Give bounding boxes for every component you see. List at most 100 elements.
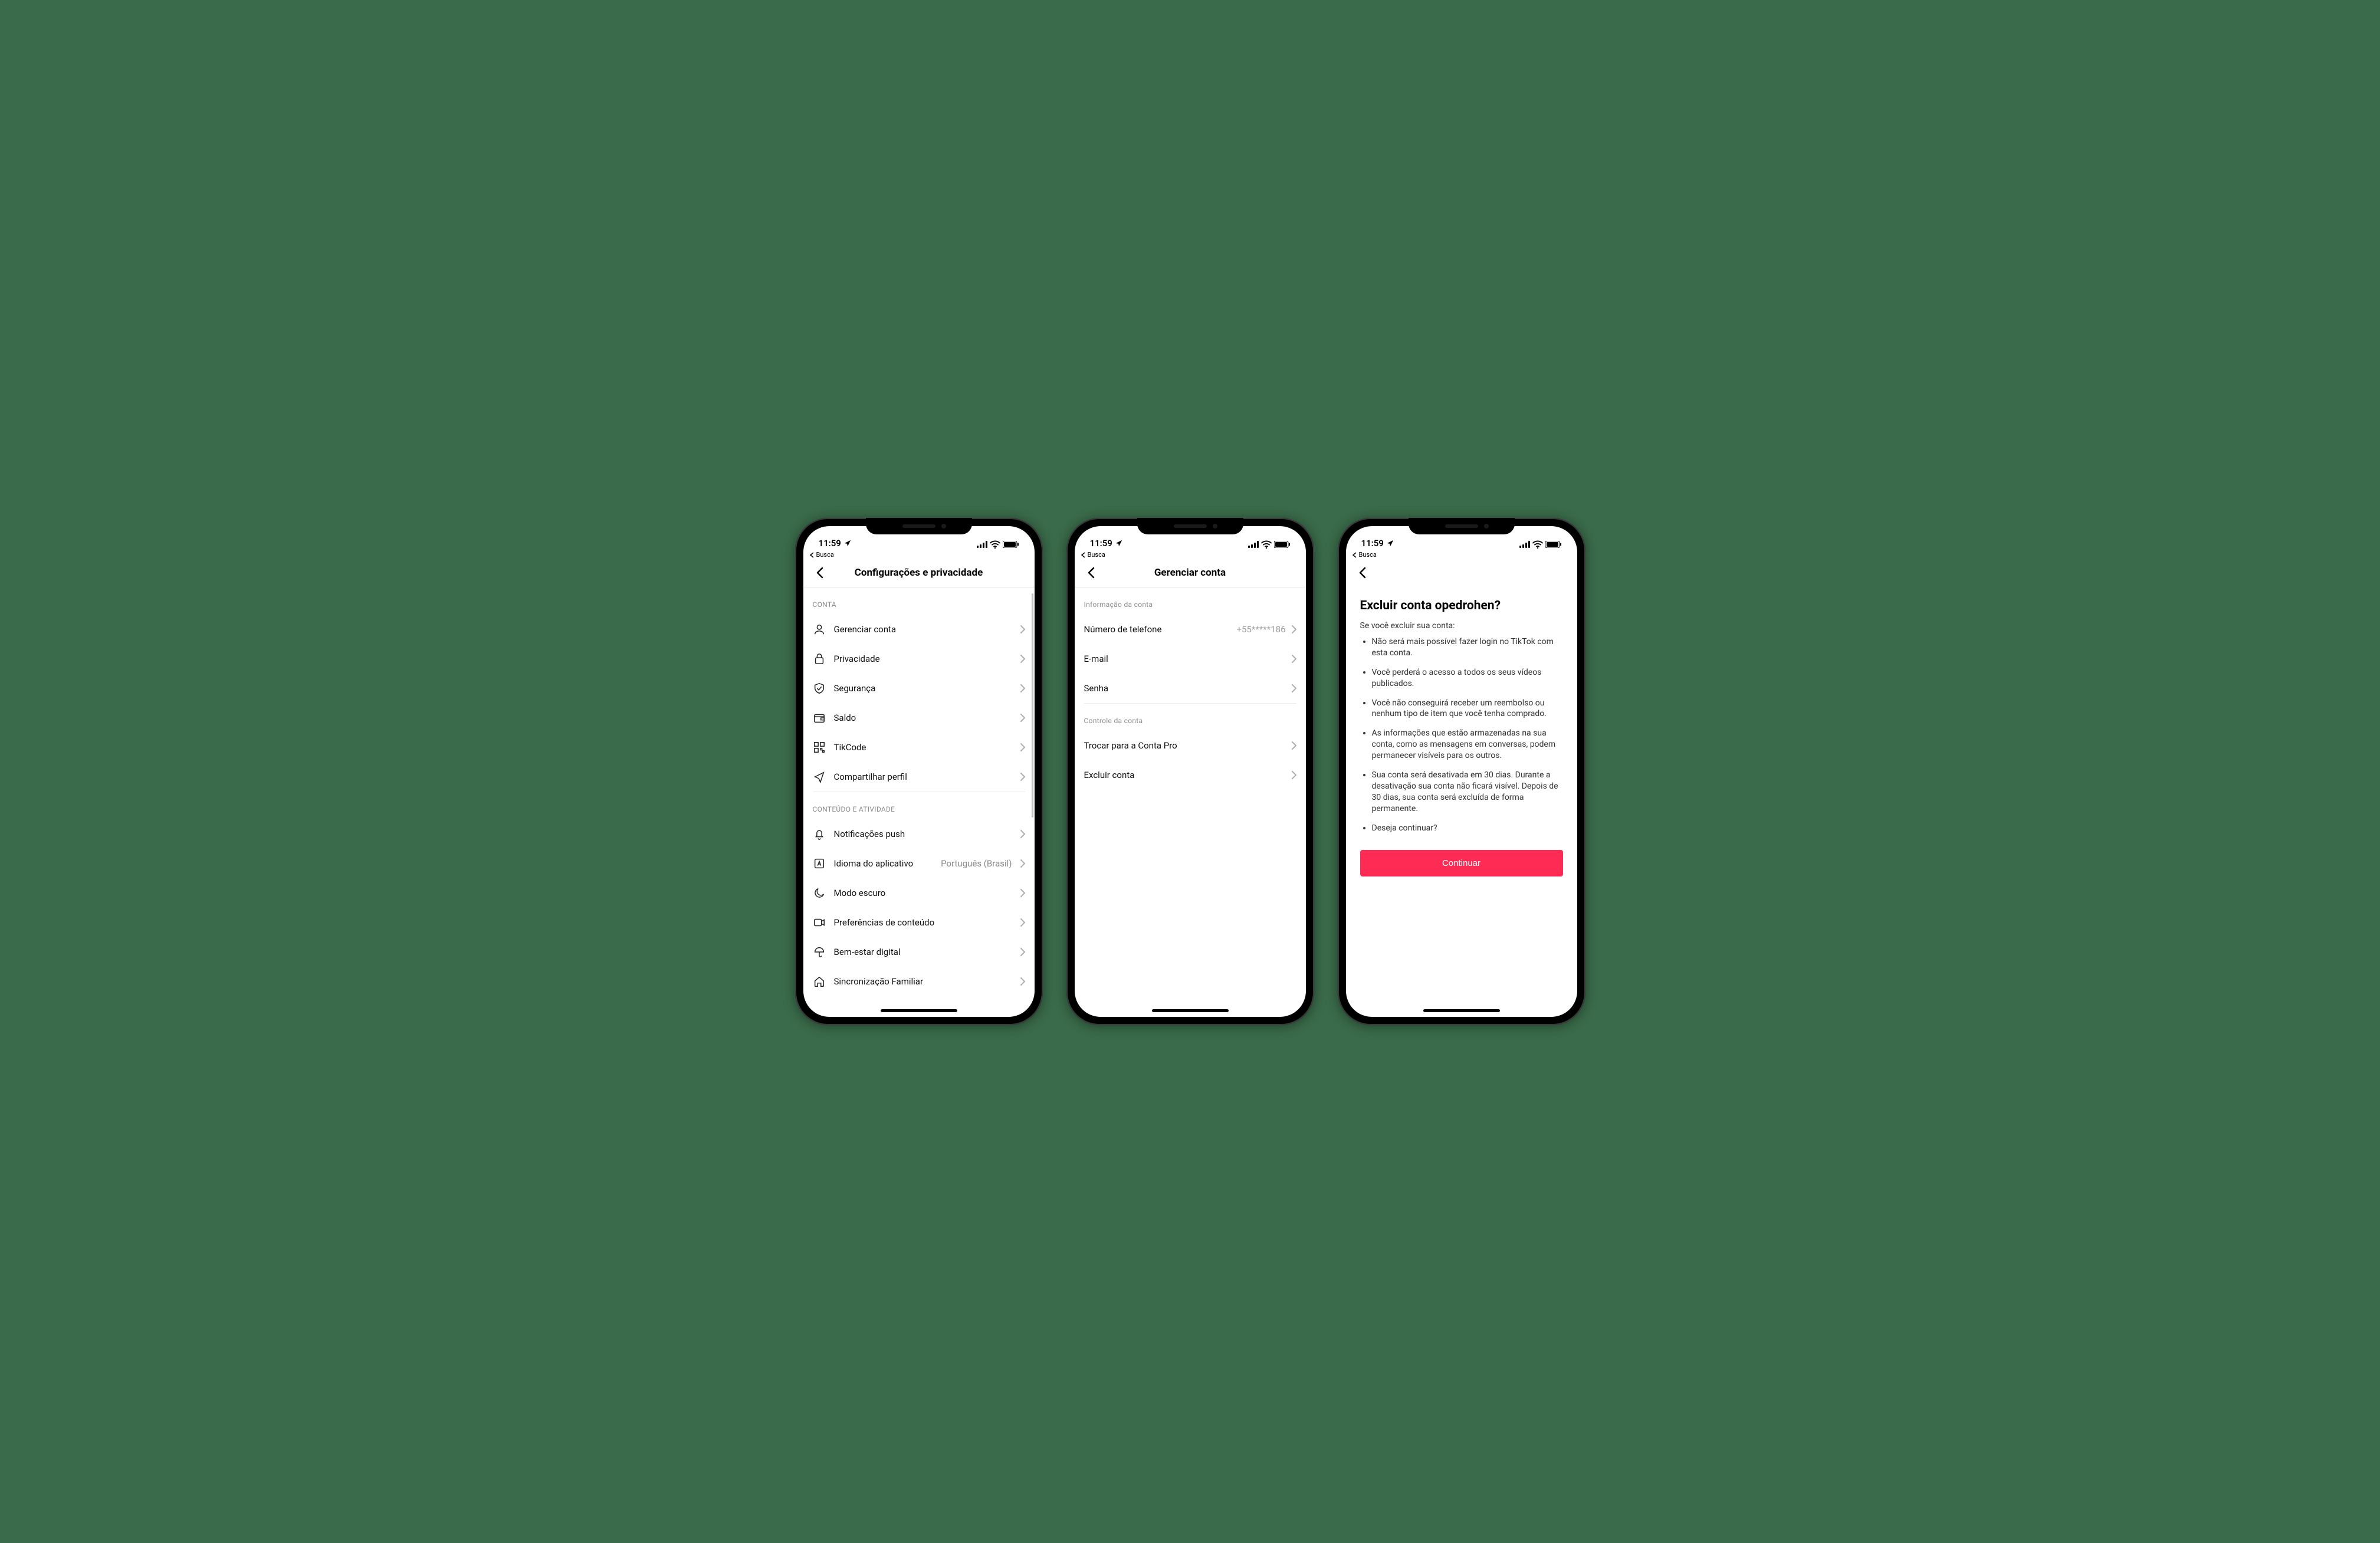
row-saldo[interactable]: Saldo (803, 703, 1035, 733)
row-privacidade[interactable]: Privacidade (803, 644, 1035, 674)
section-header-conteudo: CONTEÚDO E ATIVIDADE (803, 792, 1035, 819)
row-notificacoes[interactable]: Notificações push (803, 819, 1035, 849)
row-tikcode[interactable]: TikCode (803, 733, 1035, 762)
delete-title: Excluir conta opedrohen? (1360, 599, 1563, 613)
notch (866, 518, 972, 534)
row-label: Trocar para a Conta Pro (1084, 740, 1286, 751)
person-icon (813, 623, 826, 636)
chevron-left-icon (1084, 566, 1098, 580)
chevron-left-icon (813, 566, 827, 580)
home-icon (813, 975, 826, 988)
breadcrumb-back-icon (1081, 552, 1086, 558)
chevron-right-icon (1020, 625, 1025, 633)
page-header: Configurações e privacidade (803, 561, 1035, 587)
delete-bullet: Você não conseguirá receber um reembolso… (1372, 698, 1563, 720)
row-label: Senha (1084, 683, 1286, 694)
chevron-right-icon (1020, 743, 1025, 751)
section-header-control: Controle da conta (1075, 704, 1306, 731)
notch (1409, 518, 1515, 534)
row-preferencias[interactable]: Preferências de conteúdo (803, 908, 1035, 937)
home-indicator[interactable] (1423, 1009, 1500, 1012)
location-arrow-icon (1115, 539, 1123, 547)
delete-bullet: Você perderá o acesso a todos os seus ví… (1372, 667, 1563, 690)
lock-icon (813, 652, 826, 665)
breadcrumb-back-icon (1352, 552, 1358, 558)
location-arrow-icon (843, 539, 852, 547)
qrcode-icon (813, 741, 826, 754)
breadcrumb-label: Busca (1359, 551, 1377, 559)
settings-list: CONTA Gerenciar conta Privacidade Segura… (803, 587, 1035, 1017)
row-label: Preferências de conteúdo (834, 917, 1012, 928)
manage-account-list: Informação da conta Número de telefone +… (1075, 587, 1306, 1017)
row-label: Número de telefone (1084, 624, 1231, 635)
section-header-info: Informação da conta (1075, 587, 1306, 615)
row-email[interactable]: E-mail (1075, 644, 1306, 674)
chevron-right-icon (1292, 684, 1296, 692)
row-label: E-mail (1084, 654, 1286, 664)
row-label: Sincronização Familiar (834, 976, 1012, 987)
breadcrumb-label: Busca (816, 551, 834, 559)
row-conta-pro[interactable]: Trocar para a Conta Pro (1075, 731, 1306, 760)
wifi-icon (1532, 540, 1543, 549)
breadcrumb[interactable]: Busca (1075, 550, 1306, 561)
location-arrow-icon (1386, 539, 1394, 547)
row-label: Notificações push (834, 829, 1012, 839)
battery-icon (1003, 541, 1019, 548)
signal-icon (977, 541, 987, 548)
phone-frame-2: 11:59 Busca Gerenciar conta Informação d… (1066, 518, 1314, 1025)
page-header: Gerenciar conta (1075, 561, 1306, 587)
breadcrumb[interactable]: Busca (1346, 550, 1577, 561)
row-compartilhar[interactable]: Compartilhar perfil (803, 762, 1035, 792)
row-value: Português (Brasil) (941, 858, 1012, 869)
home-indicator[interactable] (881, 1009, 957, 1012)
notch (1137, 518, 1243, 534)
breadcrumb[interactable]: Busca (803, 550, 1035, 561)
chevron-right-icon (1292, 741, 1296, 750)
scrollbar[interactable] (1032, 593, 1033, 818)
page-title: Configurações e privacidade (803, 567, 1035, 579)
row-label: Excluir conta (1084, 770, 1286, 780)
delete-bullet: Sua conta será desativada em 30 dias. Du… (1372, 770, 1563, 815)
row-telefone[interactable]: Número de telefone +55*****186 (1075, 615, 1306, 644)
row-idioma[interactable]: Idioma do aplicativo Português (Brasil) (803, 849, 1035, 878)
row-senha[interactable]: Senha (1075, 674, 1306, 703)
chevron-right-icon (1020, 714, 1025, 722)
status-time: 11:59 (1361, 538, 1384, 549)
row-bem-estar[interactable]: Bem-estar digital (803, 937, 1035, 967)
umbrella-icon (813, 946, 826, 958)
signal-icon (1519, 541, 1530, 548)
status-time: 11:59 (819, 538, 841, 549)
wifi-icon (1261, 540, 1272, 549)
row-label: Segurança (834, 683, 1012, 694)
back-button[interactable] (1355, 566, 1370, 580)
delete-bullet: Não será mais possível fazer login no Ti… (1372, 636, 1563, 659)
phone-frame-3: 11:59 Busca Excluir conta opedrohen? Se … (1338, 518, 1585, 1025)
row-seguranca[interactable]: Segurança (803, 674, 1035, 703)
delete-bullet: As informações que estão armazenadas na … (1372, 728, 1563, 761)
row-gerenciar-conta[interactable]: Gerenciar conta (803, 615, 1035, 644)
shield-icon (813, 682, 826, 695)
row-label: Saldo (834, 713, 1012, 723)
row-sincronizacao[interactable]: Sincronização Familiar (803, 967, 1035, 996)
back-button[interactable] (813, 566, 827, 580)
chevron-right-icon (1020, 684, 1025, 692)
row-modo-escuro[interactable]: Modo escuro (803, 878, 1035, 908)
continue-button[interactable]: Continuar (1360, 850, 1563, 876)
status-time: 11:59 (1090, 538, 1112, 549)
wifi-icon (990, 540, 1000, 549)
row-label: Bem-estar digital (834, 947, 1012, 957)
page-title: Gerenciar conta (1075, 567, 1306, 579)
row-label: Compartilhar perfil (834, 771, 1012, 782)
delete-bullet: Deseja continuar? (1372, 823, 1563, 834)
home-indicator[interactable] (1152, 1009, 1229, 1012)
battery-icon (1545, 541, 1562, 548)
row-excluir-conta[interactable]: Excluir conta (1075, 760, 1306, 790)
chevron-right-icon (1020, 773, 1025, 781)
chevron-right-icon (1292, 655, 1296, 663)
delete-bullet-list: Não será mais possível fazer login no Ti… (1360, 636, 1563, 833)
wallet-icon (813, 711, 826, 724)
row-label: Gerenciar conta (834, 624, 1012, 635)
chevron-right-icon (1020, 977, 1025, 986)
back-button[interactable] (1084, 566, 1098, 580)
chevron-right-icon (1020, 948, 1025, 956)
